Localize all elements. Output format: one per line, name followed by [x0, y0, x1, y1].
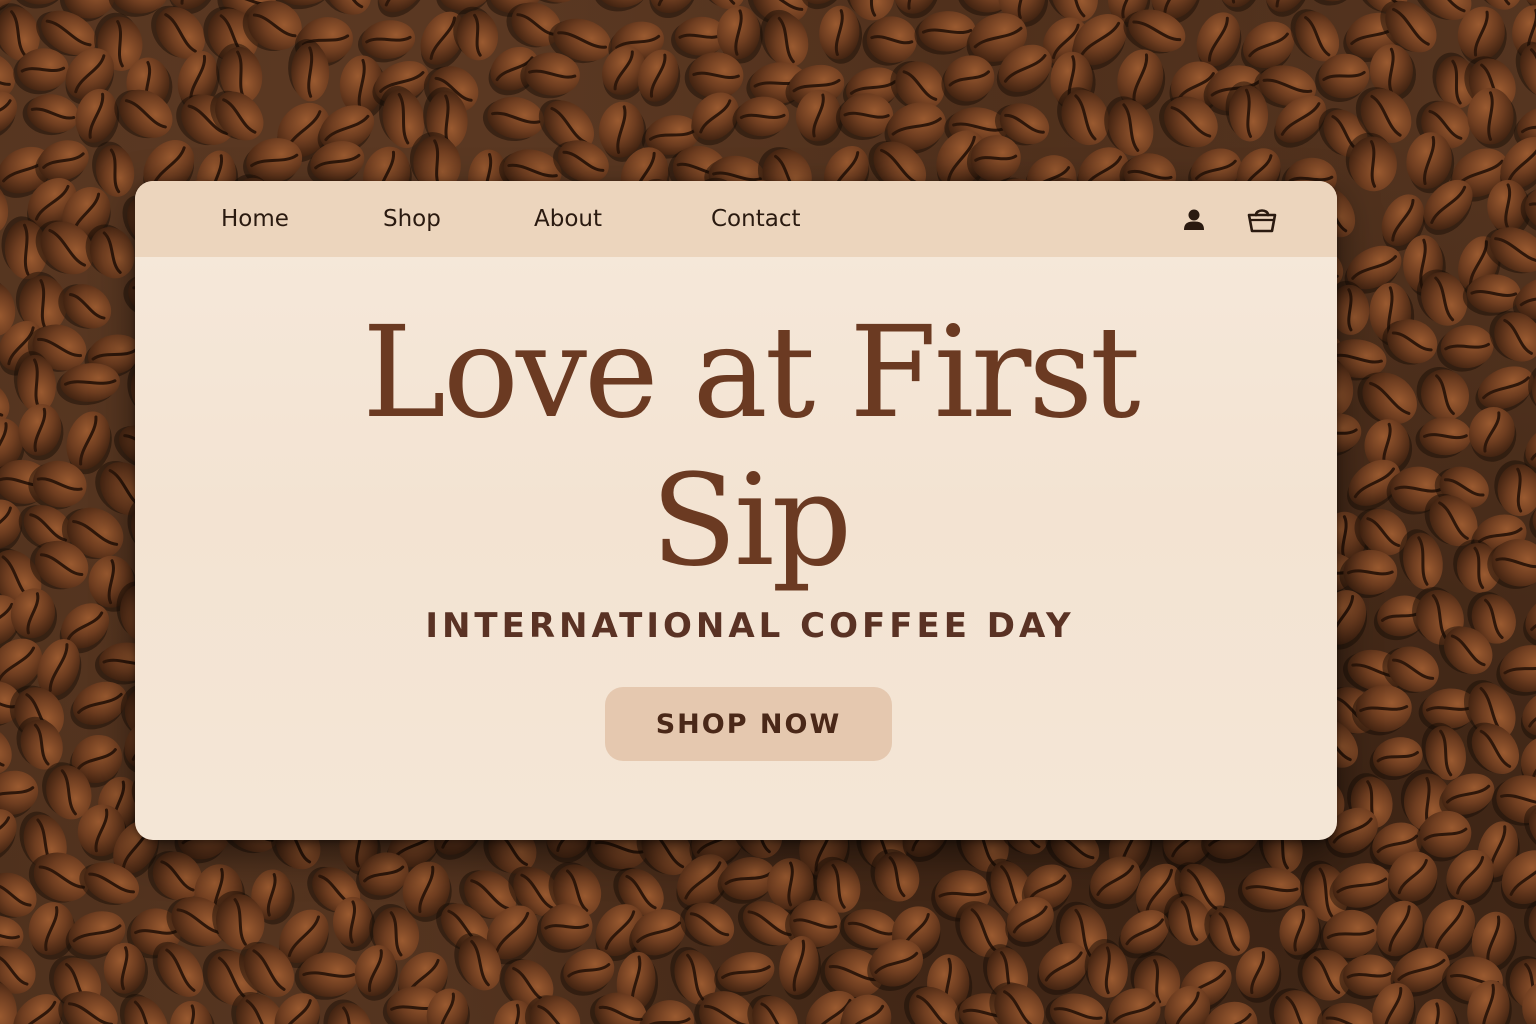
coffee-bean: [169, 1000, 216, 1024]
coffee-bean: [1415, 416, 1472, 459]
website-hero-card: Home Shop About Contact Love at First Si…: [135, 181, 1337, 840]
user-icon: [1184, 209, 1204, 230]
account-button[interactable]: [1177, 203, 1211, 237]
coffee-bean: [593, 0, 652, 12]
coffee-bean: [1436, 325, 1494, 372]
top-navigation-bar: Home Shop About Contact: [135, 181, 1337, 257]
cart-button[interactable]: [1245, 203, 1279, 237]
nav-link-shop[interactable]: Shop: [383, 205, 441, 233]
nav-link-home[interactable]: Home: [221, 205, 289, 233]
coffee-bean: [482, 96, 544, 142]
coffee-bean: [1237, 867, 1302, 913]
nav-link-about[interactable]: About: [534, 205, 602, 233]
coffee-bean: [732, 96, 790, 140]
shopping-basket-icon: [1247, 209, 1277, 233]
coffee-bean: [1468, 407, 1517, 462]
coffee-bean: [1494, 460, 1536, 517]
hero-headline: Love at First Sip: [135, 299, 1337, 595]
coffee-bean: [862, 16, 917, 66]
nav-link-contact[interactable]: Contact: [711, 205, 800, 233]
hero-subheading: INTERNATIONAL COFFEE DAY: [425, 606, 1075, 646]
hero-headline-line-2: Sip: [650, 447, 852, 594]
hero-headline-line-1: Love at First: [362, 299, 1140, 446]
shop-now-button[interactable]: SHOP NOW: [605, 687, 892, 761]
coffee-bean: [1415, 998, 1460, 1024]
coffee-bean: [332, 896, 376, 952]
